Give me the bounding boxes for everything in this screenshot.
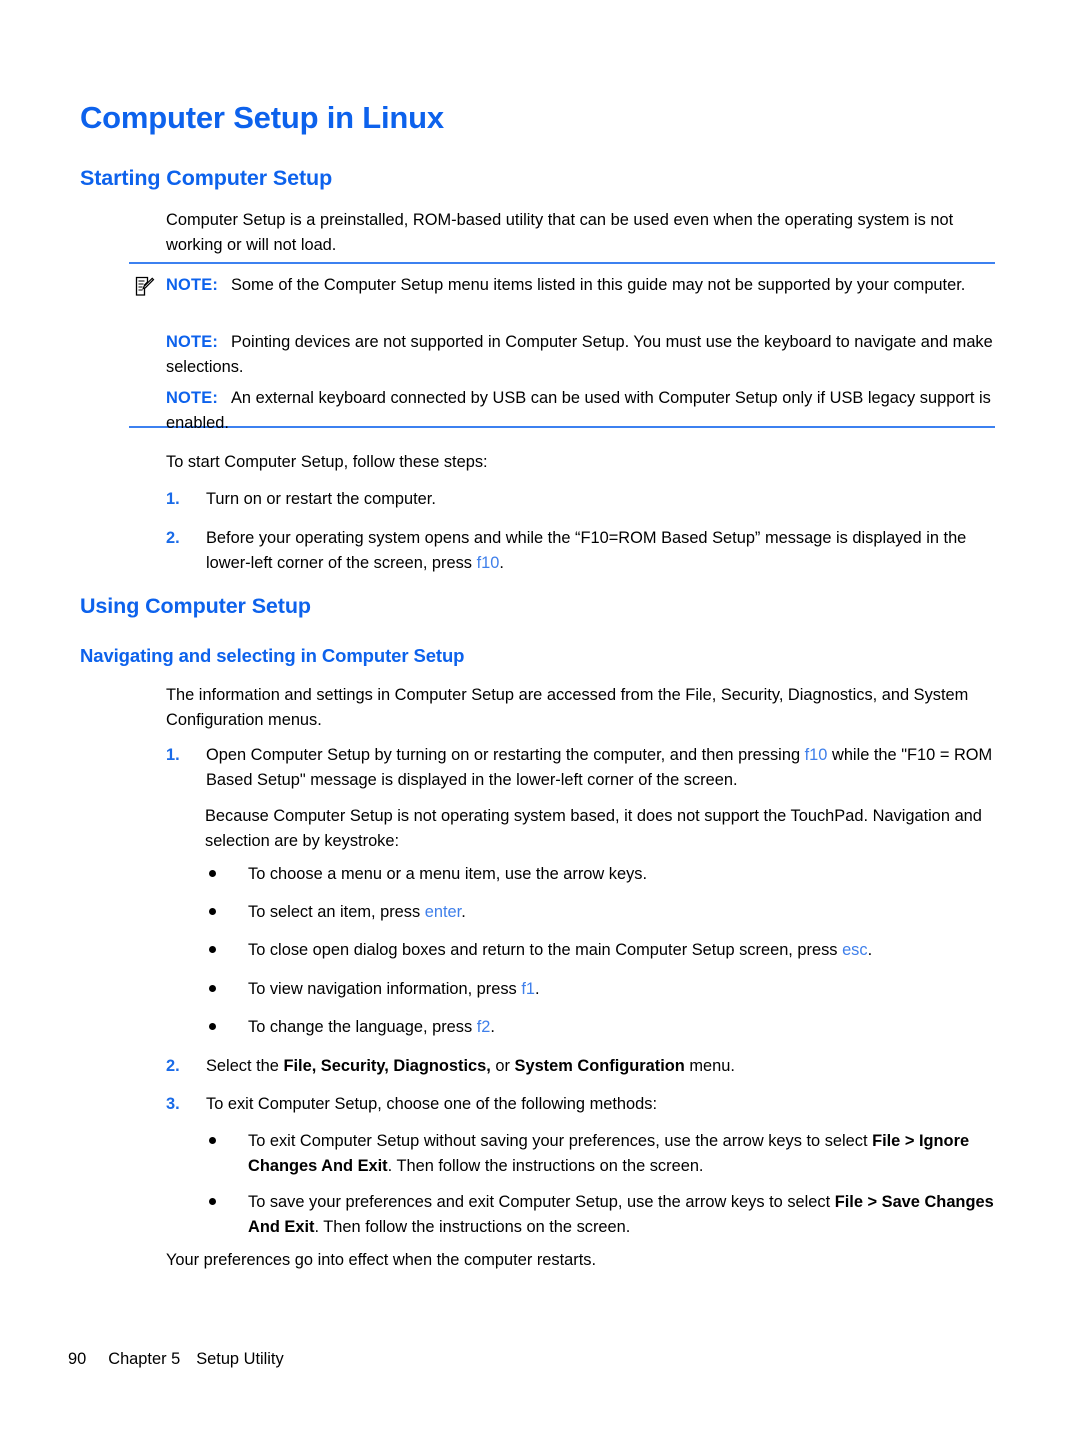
- bullet-text-prefix: To save your preferences and exit Comput…: [248, 1193, 835, 1211]
- heading-navigating-selecting: Navigating and selecting in Computer Set…: [80, 645, 465, 666]
- key-name: enter: [424, 903, 462, 921]
- heading-starting-computer-setup: Starting Computer Setup: [80, 166, 333, 190]
- heading-using-computer-setup: Using Computer Setup: [80, 594, 311, 618]
- bullet-text-before: To choose a menu or a menu item, use the…: [248, 865, 648, 883]
- step-text-prefix: Select the: [206, 1057, 284, 1075]
- bullet-dot-icon: [209, 908, 216, 915]
- bullet-text-suffix: . Then follow the instructions on the sc…: [314, 1217, 631, 1236]
- bullet-dot-icon: [209, 870, 216, 877]
- bullet-text-after: .: [534, 980, 540, 998]
- note-label: NOTE:: [166, 389, 218, 407]
- start-lead-in: To start Computer Setup, follow these st…: [166, 453, 488, 471]
- bullet-text: To select an item, press enter.: [248, 900, 995, 925]
- bullet-text-after: .: [490, 1018, 495, 1036]
- navigating-step-1: 1. Open Computer Setup by turning on or …: [166, 743, 994, 792]
- step-text-before: Turn on or restart the computer.: [206, 490, 436, 508]
- keystroke-bullet-1: To choose a menu or a menu item, use the…: [205, 862, 995, 887]
- footer-section: Setup Utility: [196, 1350, 284, 1368]
- bullet-text: To view navigation information, press f1…: [248, 977, 995, 1002]
- bullet-text-before: To change the language, press: [248, 1018, 477, 1036]
- navigating-step-2: 2. Select the File, Security, Diagnostic…: [166, 1054, 994, 1079]
- bullet-text: To close open dialog boxes and return to…: [248, 938, 995, 963]
- bullet-dot-icon: [209, 946, 216, 953]
- step-text: To exit Computer Setup, choose one of th…: [206, 1095, 658, 1113]
- step-number: 3.: [166, 1095, 180, 1113]
- step-number: 1.: [166, 746, 180, 764]
- page-title: Computer Setup in Linux: [80, 100, 444, 135]
- bullet-text-before: To select an item, press: [248, 903, 425, 921]
- navigating-step-3: 3. To exit Computer Setup, choose one of…: [166, 1092, 994, 1117]
- note-text: Pointing devices are not supported in Co…: [166, 333, 993, 376]
- bullet-text-before: To close open dialog boxes and return to…: [248, 941, 843, 959]
- step-text: Select the File, Security, Diagnostics, …: [206, 1054, 994, 1079]
- because-paragraph: Because Computer Setup is not operating …: [205, 807, 982, 850]
- bullet-text-prefix: To exit Computer Setup without saving yo…: [248, 1132, 873, 1150]
- keystroke-bullet-3: To close open dialog boxes and return to…: [205, 938, 995, 963]
- keystroke-bullet-4: To view navigation information, press f1…: [205, 977, 995, 1002]
- keystroke-bullet-2: To select an item, press enter.: [205, 900, 995, 925]
- bullet-text: To choose a menu or a menu item, use the…: [248, 862, 995, 887]
- step-text-mid: or: [490, 1057, 515, 1075]
- step-text-before: Before your operating system opens and w…: [206, 529, 967, 572]
- menu-names-bold-b: System Configuration: [514, 1057, 685, 1075]
- intro-paragraph: Computer Setup is a preinstalled, ROM-ba…: [166, 211, 954, 254]
- note-text: An external keyboard connected by USB ca…: [166, 389, 991, 432]
- step-text: Before your operating system opens and w…: [206, 526, 994, 575]
- step-number: 2.: [166, 529, 180, 547]
- bullet-text: To save your preferences and exit Comput…: [248, 1190, 995, 1239]
- start-step-2: 2. Before your operating system opens an…: [166, 526, 994, 575]
- step-text-suffix: menu.: [684, 1057, 735, 1075]
- key-name: f10: [804, 746, 828, 764]
- bullet-dot-icon: [209, 1023, 216, 1030]
- bullet-dot-icon: [209, 1198, 216, 1205]
- bullet-text-after: .: [461, 903, 466, 921]
- note-text: Some of the Computer Setup menu items li…: [231, 276, 966, 294]
- bullet-text-suffix: . Then follow the instructions on the sc…: [387, 1156, 704, 1175]
- note-item-2: NOTE: Pointing devices are not supported …: [166, 330, 996, 379]
- footer-page-number: 90: [68, 1350, 87, 1368]
- bullet-dot-icon: [209, 1137, 216, 1144]
- keystroke-bullet-5: To change the language, press f2.: [205, 1015, 995, 1040]
- page-footer: 90 Chapter 5 Setup Utility: [68, 1350, 284, 1369]
- start-step-1: 1. Turn on or restart the computer.: [166, 487, 994, 512]
- step-number: 2.: [166, 1057, 180, 1075]
- exit-bullet-2: To save your preferences and exit Comput…: [205, 1190, 995, 1239]
- bullet-text: To change the language, press f2.: [248, 1015, 995, 1040]
- step-text-after: .: [499, 553, 504, 572]
- key-name: f1: [521, 980, 535, 998]
- note-block: NOTE: Some of the Computer Setup menu ite…: [129, 262, 996, 432]
- menu-names-bold-a: File, Security, Diagnostics,: [283, 1057, 491, 1075]
- bullet-text-before: To view navigation information, press: [248, 980, 522, 998]
- closing-paragraph: Your preferences go into effect when the…: [166, 1251, 597, 1269]
- bullet-text-after: .: [867, 941, 873, 959]
- note-item-1: NOTE: Some of the Computer Setup menu ite…: [166, 273, 996, 298]
- navigating-intro: The information and settings in Computer…: [166, 686, 969, 729]
- bullet-text: To exit Computer Setup without saving yo…: [248, 1129, 995, 1178]
- note-item-3: NOTE: An external keyboard connected by U…: [166, 386, 996, 435]
- key-name: f10: [476, 553, 500, 572]
- key-name: f2: [476, 1018, 491, 1036]
- document-page: Computer Setup in Linux Starting Compute…: [0, 0, 1080, 1437]
- footer-chapter: Chapter 5: [108, 1350, 181, 1368]
- note-label: NOTE:: [166, 276, 218, 294]
- exit-bullet-1: To exit Computer Setup without saving yo…: [205, 1129, 995, 1178]
- note-label: NOTE:: [166, 333, 218, 351]
- step-text: Open Computer Setup by turning on or res…: [206, 743, 994, 792]
- note-pencil-icon: [133, 276, 155, 298]
- key-name: esc: [842, 941, 868, 959]
- bullet-dot-icon: [209, 985, 216, 992]
- step-number: 1.: [166, 490, 180, 508]
- step-text-before: Open Computer Setup by turning on or res…: [206, 746, 805, 764]
- step-text: Turn on or restart the computer.: [206, 487, 994, 512]
